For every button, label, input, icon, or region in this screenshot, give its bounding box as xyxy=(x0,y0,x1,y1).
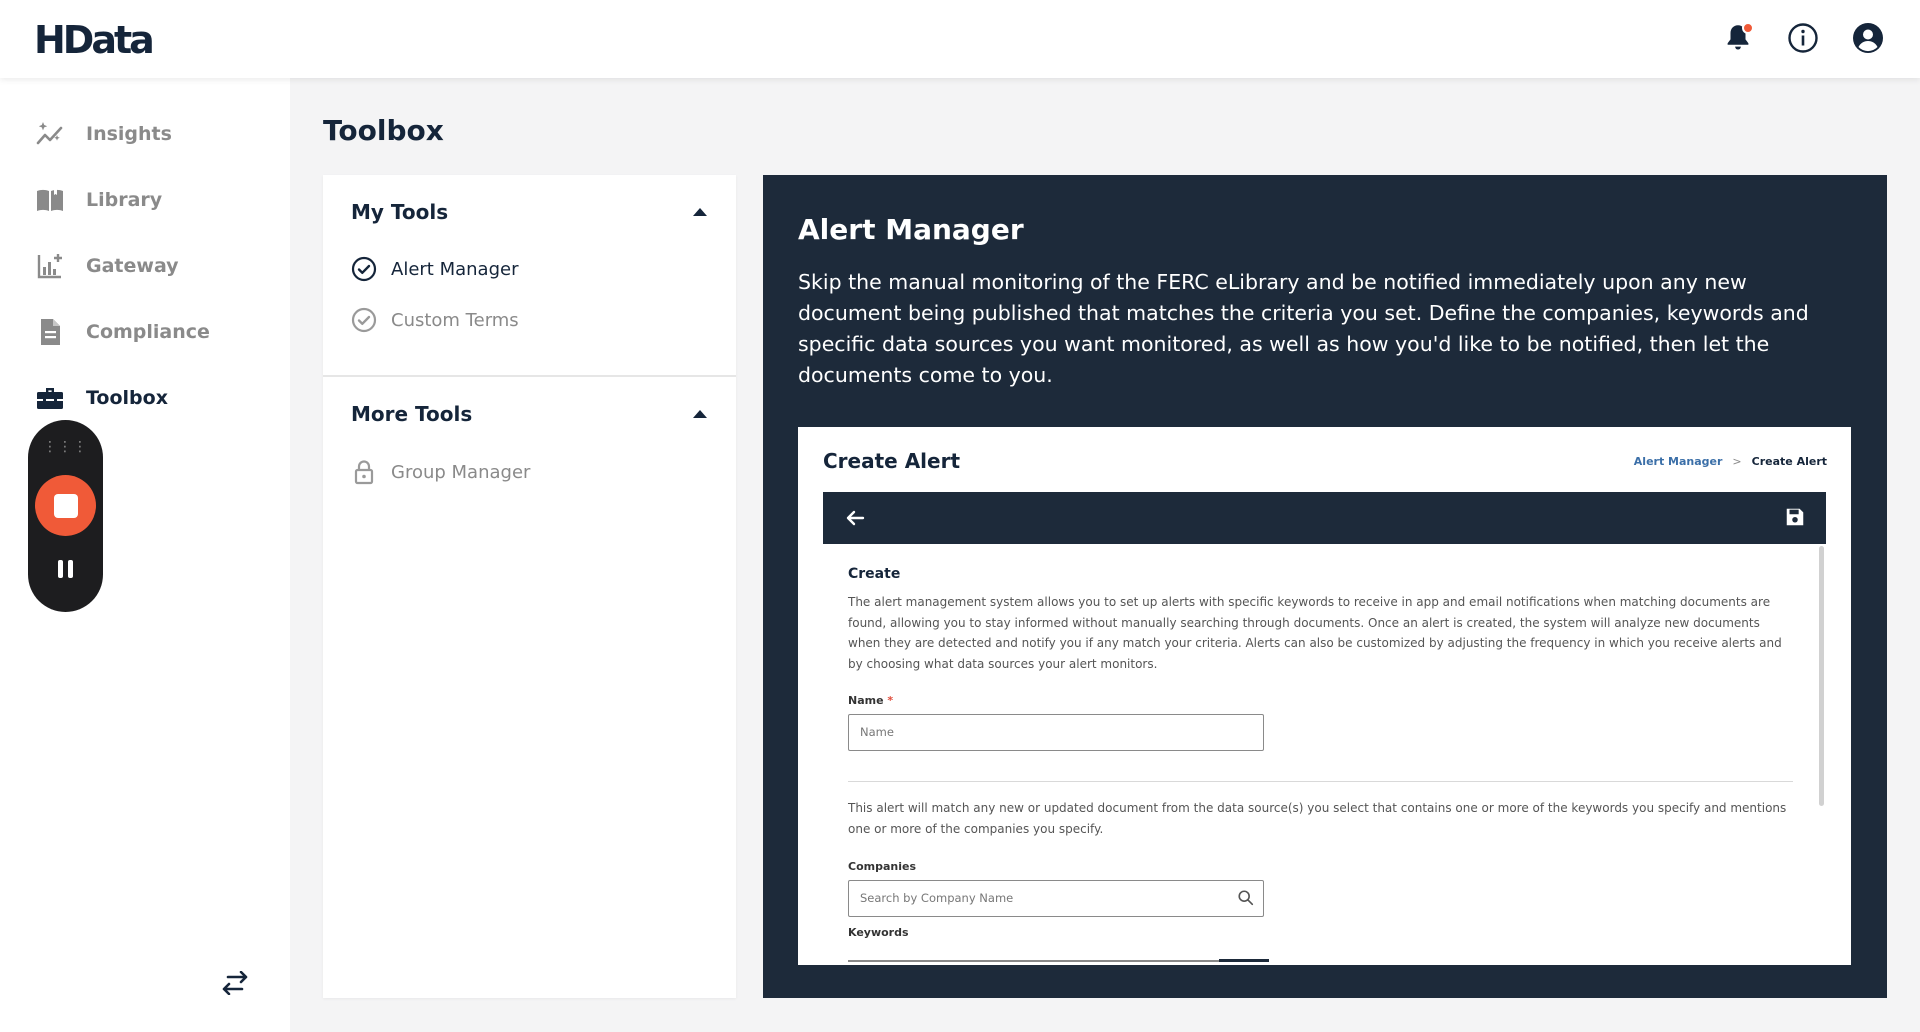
app-logo[interactable]: HData xyxy=(34,18,155,62)
section-divider xyxy=(323,375,736,377)
collapse-more-tools-icon[interactable] xyxy=(693,410,707,418)
bell-icon[interactable] xyxy=(1722,22,1754,54)
swap-arrows-icon[interactable] xyxy=(218,966,252,1000)
check-circle-icon xyxy=(351,256,377,282)
stop-recording-button[interactable] xyxy=(35,475,96,536)
collapse-my-tools-icon[interactable] xyxy=(693,208,707,216)
back-arrow-icon[interactable] xyxy=(843,506,867,530)
sidebar-item-library[interactable]: Library xyxy=(34,182,162,218)
sidebar-item-gateway[interactable]: Gateway xyxy=(34,248,179,284)
chart-add-icon xyxy=(34,250,66,282)
top-icons xyxy=(1722,22,1884,54)
companies-label: Companies xyxy=(848,860,916,873)
create-alert-title: Create Alert xyxy=(823,449,961,473)
preview-form: Create The alert management system allow… xyxy=(823,544,1826,965)
breadcrumb-link[interactable]: Alert Manager xyxy=(1634,455,1723,468)
alert-manager-title: Alert Manager xyxy=(798,213,1024,246)
alert-manager-panel: Alert Manager Skip the manual monitoring… xyxy=(763,175,1887,998)
info-icon[interactable] xyxy=(1787,22,1819,54)
account-icon[interactable] xyxy=(1852,22,1884,54)
tool-label: Group Manager xyxy=(391,461,531,483)
form-divider xyxy=(848,781,1793,782)
companies-search-input[interactable]: Search by Company Name xyxy=(848,880,1264,917)
tool-group-manager[interactable]: Group Manager xyxy=(351,457,530,487)
sidebar-item-label: Compliance xyxy=(86,321,210,343)
search-icon[interactable] xyxy=(1237,889,1255,907)
save-icon[interactable] xyxy=(1784,506,1806,528)
breadcrumb: Alert Manager > Create Alert xyxy=(1634,455,1827,468)
breadcrumb-current: Create Alert xyxy=(1751,455,1827,468)
pause-icon[interactable] xyxy=(28,560,103,582)
notification-dot xyxy=(1742,22,1754,34)
toolbox-icon xyxy=(34,382,66,414)
preview-toolbar xyxy=(823,492,1826,544)
create-alert-preview: Create Alert Alert Manager > Create Aler… xyxy=(798,427,1851,965)
sidebar-item-label: Gateway xyxy=(86,255,179,277)
my-tools-heading[interactable]: My Tools xyxy=(351,200,448,224)
keywords-add-button-edge[interactable] xyxy=(1219,959,1269,962)
name-input[interactable]: Name xyxy=(848,714,1264,751)
tool-alert-manager[interactable]: Alert Manager xyxy=(351,254,518,284)
sidebar-item-compliance[interactable]: Compliance xyxy=(34,314,210,350)
sidebar-item-label: Insights xyxy=(86,123,172,145)
tools-panel: My Tools Alert Manager Custom Terms More… xyxy=(323,175,736,998)
sidebar-item-label: Library xyxy=(86,189,163,211)
required-marker: * xyxy=(887,694,894,707)
tool-label: Alert Manager xyxy=(391,258,519,280)
keywords-label: Keywords xyxy=(848,926,909,939)
book-icon xyxy=(34,184,66,216)
stop-icon xyxy=(53,493,78,518)
tool-custom-terms[interactable]: Custom Terms xyxy=(351,305,519,335)
sidebar-item-insights[interactable]: Insights xyxy=(34,116,172,152)
sparkle-chart-icon xyxy=(34,118,66,150)
sidebar-item-label: Toolbox xyxy=(86,387,168,409)
preview-scrollbar[interactable] xyxy=(1819,546,1824,806)
alert-manager-description: Skip the manual monitoring of the FERC e… xyxy=(798,270,1809,387)
more-tools-heading[interactable]: More Tools xyxy=(351,402,472,426)
name-label: Name * xyxy=(848,694,894,707)
breadcrumb-separator: > xyxy=(1732,455,1742,468)
create-section-heading: Create xyxy=(848,566,901,582)
recording-widget[interactable]: ⋮⋮⋮ xyxy=(28,420,103,612)
sidebar-item-toolbox[interactable]: Toolbox xyxy=(34,380,168,416)
drag-handle-icon[interactable]: ⋮⋮⋮ xyxy=(28,440,103,454)
check-circle-icon xyxy=(351,307,377,333)
page-title: Toolbox xyxy=(323,114,444,147)
intro-text: The alert management system allows you t… xyxy=(848,595,1782,671)
document-icon xyxy=(34,316,66,348)
lock-icon xyxy=(354,460,374,485)
match-description: This alert will match any new or updated… xyxy=(848,801,1787,836)
top-bar: HData xyxy=(0,0,1920,78)
keywords-input-edge[interactable] xyxy=(848,960,1264,962)
tool-label: Custom Terms xyxy=(391,309,519,331)
